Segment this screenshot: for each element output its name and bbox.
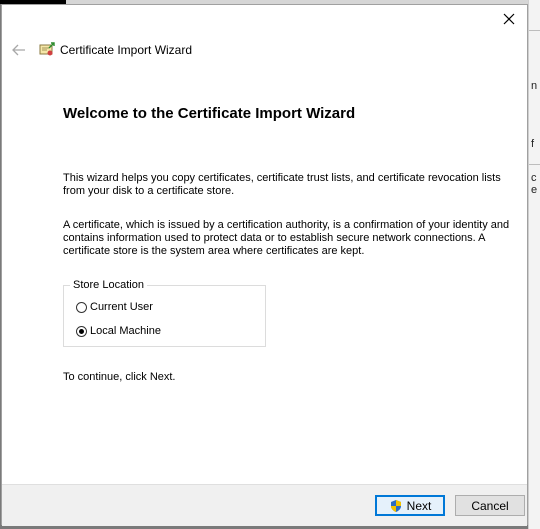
background-fragment: f — [531, 138, 535, 150]
close-icon — [503, 13, 515, 25]
radio-label-current-user: Current User — [90, 301, 153, 313]
radio-button-current-user[interactable] — [76, 301, 87, 313]
description-paragraph: A certificate, which is issued by a cert… — [63, 219, 510, 257]
page-heading: Welcome to the Certificate Import Wizard — [63, 105, 356, 122]
close-button[interactable] — [491, 5, 527, 33]
background-fragment: n — [531, 80, 538, 92]
background-fragment: e — [531, 184, 538, 196]
radio-current-user[interactable]: Current User — [76, 301, 153, 313]
radio-local-machine[interactable]: Local Machine — [76, 325, 161, 337]
store-location-group: Store Location Current User Local Machin… — [63, 279, 266, 347]
arrow-left-icon — [12, 44, 25, 56]
cancel-button-label: Cancel — [471, 498, 509, 513]
radio-label-local-machine: Local Machine — [90, 325, 161, 337]
window-title: Certificate Import Wizard — [60, 43, 193, 57]
intro-paragraph: This wizard helps you copy certificates,… — [63, 172, 501, 197]
wizard-content: Welcome to the Certificate Import Wizard… — [63, 105, 513, 383]
back-button[interactable] — [10, 41, 28, 59]
radio-button-local-machine[interactable] — [76, 325, 87, 337]
next-button-label: Next — [406, 498, 432, 513]
wizard-footer: Next Cancel — [2, 484, 527, 526]
continue-text: To continue, click Next. — [63, 371, 176, 383]
store-location-label: Store Location — [70, 279, 147, 291]
wizard-header: Certificate Import Wizard — [2, 35, 527, 65]
background-divider — [529, 164, 540, 165]
cancel-button[interactable]: Cancel — [455, 495, 525, 516]
background-divider — [529, 30, 540, 31]
background-window: n f c e — [528, 0, 540, 529]
next-button[interactable]: Next — [375, 495, 445, 516]
certificate-import-dialog: Certificate Import Wizard Welcome to the… — [1, 4, 528, 526]
uac-shield-icon — [390, 499, 401, 512]
background-fragment: c — [531, 172, 537, 184]
certificate-icon — [38, 41, 56, 59]
